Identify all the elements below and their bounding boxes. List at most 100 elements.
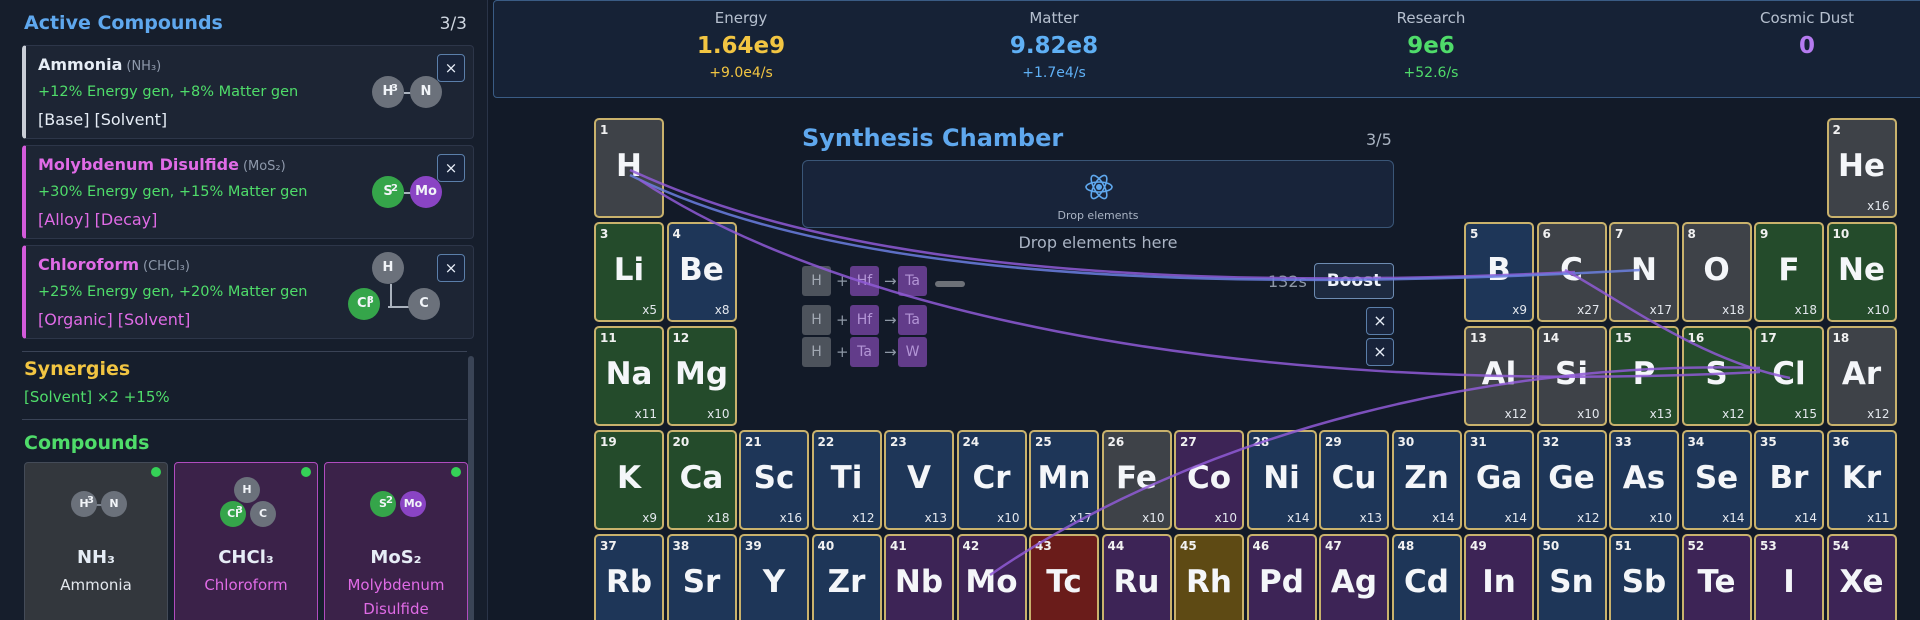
element-tile-si[interactable]: 14 Si x10 (1536, 326, 1607, 426)
compound-bonus: +30% Energy gen, +15% Matter gen (38, 184, 308, 200)
resource-cosmic-dust: Cosmic Dust 0 (1697, 1, 1917, 65)
atomic-number: 8 (1687, 227, 1696, 241)
element-tile-kr[interactable]: 36 Kr x11 (1826, 430, 1897, 530)
element-tile-cr[interactable]: 24 Cr x10 (956, 430, 1027, 530)
element-tile-n[interactable]: 7 Nx17 (1609, 222, 1679, 322)
element-tile-b[interactable]: 5 Bx9 (1464, 222, 1534, 322)
atomic-number: 30 (1397, 435, 1415, 449)
element-tile-y[interactable]: 39 Y (739, 534, 809, 620)
element-tile-xe[interactable]: 54 Xe (1826, 534, 1897, 620)
atomic-number: 20 (672, 435, 690, 449)
remove-compound-button[interactable]: × (437, 154, 465, 182)
compound-card-molybdenum-disulfide[interactable]: S2 Mo MoS₂ Molybdenum Disulfide (324, 462, 468, 620)
remove-compound-button[interactable]: × (437, 54, 465, 82)
element-tile-se[interactable]: 34 Se x14 (1681, 430, 1752, 530)
element-tile-tc[interactable]: 43 Tc (1029, 534, 1099, 620)
cancel-reaction-button[interactable]: × (1366, 338, 1394, 366)
element-tile-cl[interactable]: 17 Cl x15 (1754, 326, 1824, 426)
element-tile-sr[interactable]: 38 Sr (666, 534, 737, 620)
element-tile-rb[interactable]: 37 Rb (594, 534, 664, 620)
element-count: x27 (1577, 303, 1600, 317)
atomic-number: 4 (672, 227, 681, 241)
drop-hint: Drop elements here (1018, 233, 1178, 252)
element-tile-k[interactable]: 19 Kx9 (594, 430, 664, 530)
element-tile-ru[interactable]: 44 Ru (1101, 534, 1172, 620)
element-tile-he[interactable]: 2 He x16 (1826, 118, 1897, 218)
element-count: x10 (997, 511, 1020, 525)
compound-name: Ammonia (60, 576, 132, 594)
element-tile-mo[interactable]: 42 Mo (956, 534, 1027, 620)
element-tile-fe[interactable]: 26 Fe x10 (1101, 430, 1172, 530)
element-count: x18 (1722, 303, 1745, 317)
atomic-number: 29 (1325, 435, 1342, 449)
element-tile-zn[interactable]: 30 Zn x14 (1391, 430, 1462, 530)
element-tile-ti[interactable]: 22 Ti x12 (811, 430, 882, 530)
element-tile-in[interactable]: 49 In (1464, 534, 1534, 620)
element-tile-ag[interactable]: 47 Ag (1319, 534, 1389, 620)
synthesis-drop-zone[interactable]: Drop elements (802, 160, 1394, 228)
active-compound-chloroform[interactable]: Chloroform (CHCl₃) +25% Energy gen, +20% … (22, 245, 474, 339)
element-tile-al[interactable]: 13 Al x12 (1464, 326, 1534, 426)
element-symbol: Na (605, 356, 653, 392)
atomic-number: 39 (745, 539, 762, 553)
active-compound-molybdenum-disulfide[interactable]: Molybdenum Disulfide (MoS₂) +30% Energy g… (22, 145, 474, 239)
element-tile-ar[interactable]: 18 Ar x12 (1826, 326, 1897, 426)
element-tile-cu[interactable]: 29 Cu x13 (1319, 430, 1389, 530)
element-symbol: P (1632, 356, 1656, 392)
element-tile-as[interactable]: 33 As x10 (1609, 430, 1679, 530)
element-tile-te[interactable]: 52 Te (1681, 534, 1752, 620)
element-tile-h[interactable]: 1H (594, 118, 664, 218)
element-tile-mg[interactable]: 12 Mg x10 (666, 326, 737, 426)
status-dot (301, 467, 311, 477)
element-tile-ge[interactable]: 32 Ge x12 (1536, 430, 1607, 530)
atom-cl-icon: Cl 3 (348, 288, 380, 320)
element-tile-sn[interactable]: 50 Sn (1536, 534, 1607, 620)
element-tile-ca[interactable]: 20 Ca x18 (666, 430, 737, 530)
element-tile-pd[interactable]: 46 Pd (1246, 534, 1317, 620)
element-tile-na[interactable]: 11 Na x11 (594, 326, 664, 426)
element-count: x15 (1794, 407, 1817, 421)
boost-button[interactable]: Boost (1314, 263, 1394, 299)
element-tile-li[interactable]: 3 Li x5 (594, 222, 664, 322)
element-count: x18 (1794, 303, 1817, 317)
element-tile-f[interactable]: 9 Fx18 (1754, 222, 1824, 322)
reaction-input: Ta (850, 337, 879, 367)
element-tile-ni[interactable]: 28 Ni x14 (1246, 430, 1317, 530)
element-symbol: Co (1186, 460, 1232, 496)
remove-compound-button[interactable]: × (437, 254, 465, 282)
compound-card-chloroform[interactable]: H Cl 3 C CHCl₃ Chloroform (174, 462, 318, 620)
element-tile-co[interactable]: 27 Co x10 (1174, 430, 1244, 530)
element-count: x9 (642, 511, 657, 525)
element-tile-zr[interactable]: 40 Zr (811, 534, 882, 620)
element-tile-be[interactable]: 4 Be x8 (666, 222, 737, 322)
atomic-number: 9 (1760, 227, 1769, 241)
element-tile-br[interactable]: 35 Br x14 (1754, 430, 1824, 530)
element-tile-p[interactable]: 15 Px13 (1609, 326, 1679, 426)
cancel-reaction-button[interactable]: × (1366, 307, 1394, 335)
compound-list-scrollbar[interactable] (468, 356, 474, 620)
element-tile-sb[interactable]: 51 Sb (1609, 534, 1679, 620)
element-tile-nb[interactable]: 41 Nb (884, 534, 954, 620)
synthesis-slot-count: 3/5 (1366, 130, 1392, 149)
element-tile-o[interactable]: 8 Ox18 (1681, 222, 1752, 322)
compound-card-ammonia[interactable]: H3 N NH₃ Ammonia (24, 462, 168, 620)
element-tile-s[interactable]: 16 Sx12 (1681, 326, 1752, 426)
element-count: x14 (1504, 511, 1527, 525)
element-symbol: Ga (1475, 460, 1523, 496)
element-tile-v[interactable]: 23 Vx13 (884, 430, 954, 530)
element-tile-ne[interactable]: 10 Ne x10 (1826, 222, 1897, 322)
element-tile-i[interactable]: 53 I (1754, 534, 1824, 620)
element-symbol: Li (613, 252, 645, 288)
element-tile-c[interactable]: 6 Cx27 (1536, 222, 1607, 322)
active-compound-ammonia[interactable]: Ammonia (NH₃) +12% Energy gen, +8% Matter… (22, 45, 474, 139)
element-tile-sc[interactable]: 21 Sc x16 (739, 430, 809, 530)
atom-h-icon: H3 (372, 76, 404, 108)
compound-bonus: +25% Energy gen, +20% Matter gen (38, 284, 308, 300)
resource-rate: +1.7e4/s (1022, 65, 1086, 81)
element-count: x16 (1867, 199, 1890, 213)
element-tile-cd[interactable]: 48 Cd (1391, 534, 1462, 620)
element-tile-mn[interactable]: 25 Mn x17 (1029, 430, 1099, 530)
element-tile-ga[interactable]: 31 Ga x14 (1464, 430, 1534, 530)
element-symbol: Rh (1186, 564, 1232, 600)
element-tile-rh[interactable]: 45 Rh (1174, 534, 1244, 620)
